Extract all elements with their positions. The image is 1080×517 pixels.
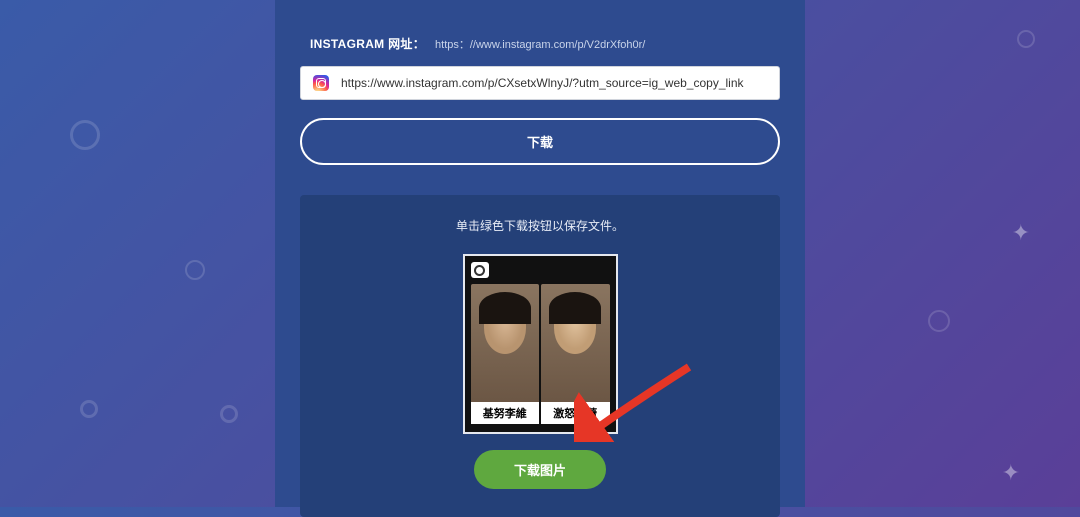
url-label: INSTAGRAM 网址： bbox=[310, 35, 425, 52]
caption-left: 基努李維 bbox=[471, 402, 540, 424]
preview-captions: 基努李維 激怒李蕾 bbox=[471, 402, 610, 424]
caption-right: 激怒李蕾 bbox=[541, 402, 610, 424]
image-preview: 基努李維 激怒李蕾 bbox=[463, 254, 618, 434]
main-panel: INSTAGRAM 网址： https：//www.instagram.com/… bbox=[275, 0, 805, 507]
url-input[interactable] bbox=[341, 76, 767, 90]
preview-face-left bbox=[471, 284, 540, 404]
decor-circle bbox=[80, 400, 98, 418]
preview-content bbox=[471, 284, 610, 404]
decor-sparkle: ✦ bbox=[1012, 220, 1030, 246]
decor-circle bbox=[1017, 30, 1035, 48]
decor-circle bbox=[220, 405, 238, 423]
decor-circle bbox=[70, 120, 100, 150]
url-label-row: INSTAGRAM 网址： https：//www.instagram.com/… bbox=[300, 35, 780, 52]
save-image-button[interactable]: 下载图片 bbox=[474, 450, 606, 489]
download-button[interactable]: 下载 bbox=[300, 118, 780, 165]
decor-circle bbox=[928, 310, 950, 332]
decor-circle bbox=[185, 260, 205, 280]
decor-sparkle: ✦ bbox=[1002, 460, 1020, 486]
result-panel: 单击绿色下载按钮以保存文件。 基努李維 激怒李蕾 下载图片 bbox=[300, 195, 780, 517]
url-input-container[interactable] bbox=[300, 66, 780, 100]
instagram-icon bbox=[313, 75, 329, 91]
camera-icon bbox=[471, 262, 489, 278]
url-example: https：//www.instagram.com/p/V2drXfoh0r/ bbox=[435, 36, 645, 52]
preview-face-right bbox=[541, 284, 610, 404]
result-hint: 单击绿色下载按钮以保存文件。 bbox=[320, 217, 760, 234]
